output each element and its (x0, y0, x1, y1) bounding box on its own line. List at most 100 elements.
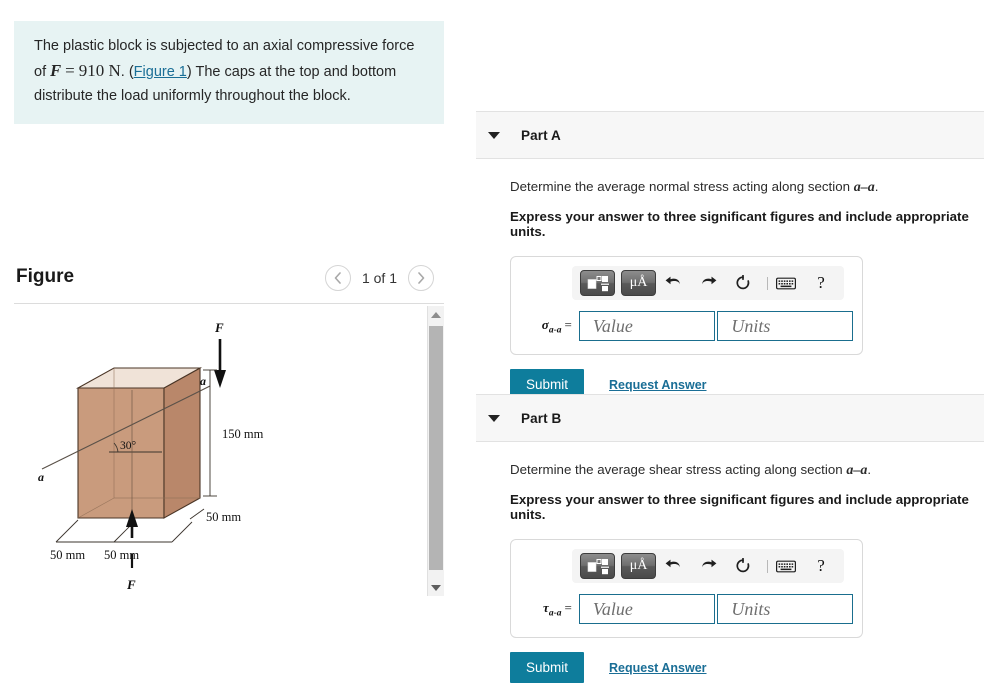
undo-button[interactable] (662, 270, 684, 296)
part-b-answer-row: τa-a = Value Units (520, 594, 853, 624)
units-button-label: μÅ (629, 558, 648, 573)
figure-1-link[interactable]: Figure 1 (134, 64, 187, 80)
width-dimension-label-2: 50 mm (104, 548, 139, 562)
part-a-value-input[interactable]: Value (578, 311, 716, 341)
units-button[interactable]: μÅ (621, 553, 656, 579)
part-a-answer-row: σa-a = Value Units (520, 311, 853, 341)
math-template-button[interactable] (580, 553, 615, 579)
reset-button[interactable] (732, 270, 754, 296)
part-b-label: Part B (521, 410, 562, 426)
redo-arrow-icon (701, 276, 716, 284)
figure-diagram: a a 30° 150 mm 50 mm 50 mm 50 mm F F (14, 306, 429, 596)
period-after-force: . (120, 63, 125, 80)
section-label-right: a (200, 374, 206, 388)
block-diagram-svg: a a 30° 150 mm 50 mm 50 mm 50 mm F F (38, 320, 264, 592)
toolbar-divider (767, 559, 768, 573)
reset-button[interactable] (732, 553, 754, 579)
caret-down-icon (488, 131, 500, 139)
part-a-section-ref: a–a (853, 180, 875, 195)
part-b-instruction: Express your answer to three significant… (510, 492, 969, 522)
part-a-prompt-after: . (874, 179, 879, 194)
part-a-prompt-before: Determine the average normal stress acti… (510, 179, 854, 194)
part-b-body: Determine the average shear stress actin… (476, 442, 984, 683)
figure-navigation: 1 of 1 (324, 265, 434, 291)
undo-arrow-icon (665, 559, 680, 567)
keyboard-icon (776, 277, 796, 289)
part-a-body: Determine the average normal stress acti… (476, 159, 984, 400)
part-a-answer-box: μÅ ? σa-a = Value Units (510, 256, 863, 355)
redo-button[interactable] (697, 270, 719, 296)
help-button[interactable]: ? (810, 553, 832, 579)
problem-statement: The plastic block is subjected to an axi… (14, 21, 444, 124)
figure-header: Figure 1 of 1 (14, 262, 444, 302)
part-b-variable-subscript: a-a (548, 608, 562, 619)
part-a-variable-symbol: σ (541, 316, 549, 332)
part-b-value-input[interactable]: Value (578, 594, 716, 624)
figure-prev-button[interactable] (324, 265, 351, 291)
chevron-right-icon (418, 272, 425, 284)
triangle-up-icon (431, 311, 441, 318)
part-a-variable-label: σa-a = (524, 317, 579, 336)
keyboard-button[interactable] (775, 270, 797, 296)
question-mark-icon: ? (817, 273, 825, 292)
part-a-request-answer-link[interactable]: Request Answer (609, 378, 706, 392)
force-equals: = (65, 60, 75, 80)
redo-arrow-icon (701, 559, 716, 567)
force-variable: F (50, 60, 62, 80)
figure-counter: 1 of 1 (361, 270, 397, 286)
part-b-units-input[interactable]: Units (717, 594, 853, 624)
triangle-down-icon (431, 584, 441, 591)
part-b-actions: Submit Request Answer (510, 652, 984, 683)
scrollbar-down-button[interactable] (428, 579, 444, 596)
math-template-button[interactable] (580, 270, 615, 296)
part-b-submit-button[interactable]: Submit (510, 652, 585, 683)
part-b-math-toolbar: μÅ ? (572, 549, 844, 583)
right-column: Part A Determine the average normal stre… (476, 0, 984, 692)
units-button[interactable]: μÅ (621, 270, 656, 296)
figure-title: Figure (16, 266, 75, 287)
part-b-header[interactable]: Part B (476, 394, 984, 442)
part-a-prompt: Determine the average normal stress acti… (510, 179, 984, 196)
part-a-instruction: Express your answer to three significant… (510, 209, 969, 239)
figure-scrollbar[interactable] (427, 306, 444, 596)
part-a-label: Part A (521, 127, 561, 143)
width-dimension-label-1: 50 mm (50, 548, 85, 562)
math-template-icon (587, 275, 609, 291)
part-b-prompt-before: Determine the average shear stress actin… (510, 462, 847, 477)
figure-divider (14, 303, 444, 304)
part-b-variable-equals: = (564, 599, 572, 615)
section-label-left: a (38, 470, 44, 484)
part-a-header[interactable]: Part A (476, 111, 984, 159)
undo-button[interactable] (662, 553, 684, 579)
redo-button[interactable] (697, 553, 719, 579)
question-mark-icon: ? (817, 556, 825, 575)
figure-next-button[interactable] (408, 265, 434, 291)
part-b-prompt-after: . (867, 462, 872, 477)
scrollbar-thumb[interactable] (429, 326, 443, 570)
part-b-answer-box: μÅ ? τa-a = Value Units (510, 539, 863, 638)
part-b-section-ref: a–a (846, 463, 868, 478)
part-a-units-input[interactable]: Units (717, 311, 853, 341)
force-value: 910 N (78, 60, 121, 80)
reset-circle-icon (736, 558, 750, 573)
part-b-request-answer-link[interactable]: Request Answer (609, 661, 706, 675)
units-button-label: μÅ (629, 275, 648, 290)
scrollbar-up-button[interactable] (428, 306, 444, 323)
toolbar-divider (767, 276, 768, 290)
keyboard-icon (776, 560, 796, 572)
angle-label: 30° (120, 440, 137, 452)
force-top-label: F (214, 320, 224, 335)
help-button[interactable]: ? (810, 270, 832, 296)
part-a-math-toolbar: μÅ ? (572, 266, 844, 300)
figure-viewport: a a 30° 150 mm 50 mm 50 mm 50 mm F F (14, 306, 444, 596)
part-b-prompt: Determine the average shear stress actin… (510, 462, 984, 479)
force-bottom-label: F (126, 577, 136, 592)
part-b-section: Part B Determine the average shear stres… (476, 394, 984, 683)
chevron-left-icon (334, 272, 341, 284)
part-a-variable-equals: = (564, 316, 572, 332)
math-template-icon (587, 558, 609, 574)
keyboard-button[interactable] (775, 553, 797, 579)
part-a-variable-subscript: a-a (548, 325, 562, 336)
undo-arrow-icon (665, 276, 680, 284)
depth-dimension-label: 50 mm (206, 510, 241, 524)
